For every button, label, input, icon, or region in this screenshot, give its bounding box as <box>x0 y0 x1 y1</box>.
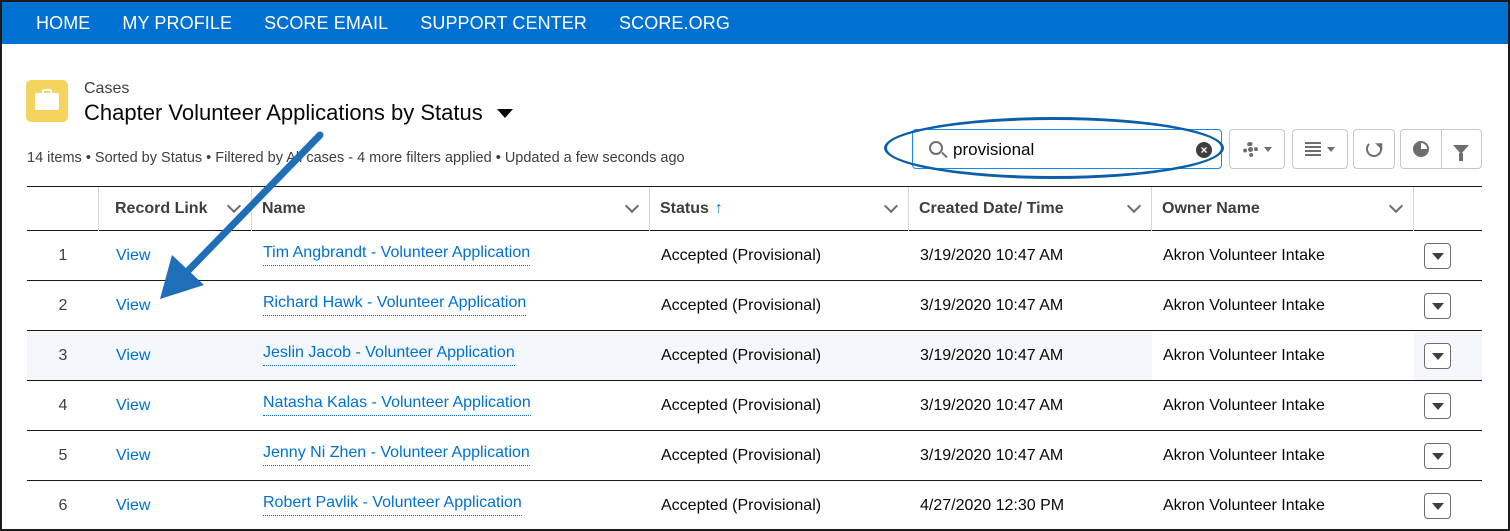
pie-chart-icon <box>1412 141 1429 157</box>
chevron-down-icon <box>1263 146 1272 152</box>
top-nav: HOME MY PROFILE SCORE EMAIL SUPPORT CENT… <box>2 2 1508 44</box>
chevron-down-icon[interactable] <box>1388 198 1404 214</box>
row-number: 6 <box>58 497 68 514</box>
column-header-record-link[interactable]: Record Link <box>105 187 252 231</box>
row-action-button[interactable] <box>1424 443 1451 469</box>
show-filters-button[interactable] <box>1440 130 1481 168</box>
created-date-cell: 3/19/2020 10:47 AM <box>920 247 1064 264</box>
status-cell: Accepted (Provisional) <box>661 297 822 314</box>
nav-score-org[interactable]: SCORE.ORG <box>619 13 730 34</box>
record-view-link[interactable]: View <box>116 247 150 265</box>
record-view-link[interactable]: View <box>116 397 150 415</box>
show-charts-button[interactable] <box>1401 130 1441 168</box>
owner-name-cell: Akron Volunteer Intake <box>1163 247 1325 264</box>
created-date-cell: 3/19/2020 10:47 AM <box>920 347 1064 364</box>
table-icon <box>1305 142 1321 156</box>
actions-header <box>1414 187 1482 231</box>
owner-name-cell: Akron Volunteer Intake <box>1163 297 1325 314</box>
status-cell: Accepted (Provisional) <box>661 347 822 364</box>
chart-filter-button-group <box>1400 129 1482 169</box>
table-row: 3 View Jeslin Jacob - Volunteer Applicat… <box>27 331 1482 381</box>
search-box: × <box>912 129 1222 169</box>
owner-name-cell: Akron Volunteer Intake <box>1163 347 1325 364</box>
record-view-link[interactable]: View <box>116 297 150 315</box>
case-name-link[interactable]: Natasha Kalas - Volunteer Application <box>263 394 531 416</box>
chevron-down-icon[interactable] <box>883 198 899 214</box>
search-input[interactable] <box>953 136 1193 164</box>
table-row: 6 View Robert Pavlik - Volunteer Applica… <box>27 481 1482 529</box>
created-date-cell: 3/19/2020 10:47 AM <box>920 447 1064 464</box>
row-number: 2 <box>58 297 68 314</box>
table-row: 4 View Natasha Kalas - Volunteer Applica… <box>27 381 1482 431</box>
refresh-button[interactable] <box>1353 129 1395 169</box>
status-cell: Accepted (Provisional) <box>661 397 822 414</box>
row-action-button[interactable] <box>1424 343 1451 369</box>
created-date-cell: 3/19/2020 10:47 AM <box>920 297 1064 314</box>
record-view-link[interactable]: View <box>116 497 150 515</box>
owner-name-cell: Akron Volunteer Intake <box>1163 397 1325 414</box>
record-view-link[interactable]: View <box>116 447 150 465</box>
clear-icon[interactable]: × <box>1196 142 1212 158</box>
row-number: 5 <box>58 447 68 464</box>
column-header-owner-name[interactable]: Owner Name <box>1152 187 1414 231</box>
status-cell: Accepted (Provisional) <box>661 497 822 514</box>
row-action-button[interactable] <box>1424 243 1451 269</box>
display-as-button[interactable] <box>1292 129 1348 169</box>
case-name-link[interactable]: Richard Hawk - Volunteer Application <box>263 294 527 316</box>
record-view-link[interactable]: View <box>116 347 150 365</box>
status-cell: Accepted (Provisional) <box>661 247 822 264</box>
object-label: Cases <box>84 80 130 97</box>
chevron-down-icon[interactable] <box>624 198 640 214</box>
owner-name-cell: Akron Volunteer Intake <box>1163 497 1325 514</box>
row-action-button[interactable] <box>1424 293 1451 319</box>
filter-icon <box>1453 144 1470 161</box>
created-date-cell: 4/27/2020 12:30 PM <box>920 497 1065 514</box>
column-header-created-date[interactable]: Created Date/ Time <box>909 187 1152 231</box>
nav-my-profile[interactable]: MY PROFILE <box>122 13 232 34</box>
nav-support-center[interactable]: SUPPORT CENTER <box>420 13 587 34</box>
case-name-link[interactable]: Tim Angbrandt - Volunteer Application <box>263 244 531 266</box>
case-name-link[interactable]: Jeslin Jacob - Volunteer Application <box>263 344 515 366</box>
nav-score-email[interactable]: SCORE EMAIL <box>264 13 388 34</box>
column-header-status[interactable]: Status ↑ <box>650 187 909 231</box>
list-meta-info: 14 items • Sorted by Status • Filtered b… <box>27 150 685 166</box>
table-row: 1 View Tim Angbrandt - Volunteer Applica… <box>27 231 1482 281</box>
sort-ascending-icon: ↑ <box>714 200 723 217</box>
table-row: 2 View Richard Hawk - Volunteer Applicat… <box>27 281 1482 331</box>
records-table: Record Link Name Status ↑ Created Date/ … <box>27 186 1482 519</box>
search-icon <box>929 141 943 155</box>
list-view-controls-button[interactable] <box>1229 129 1285 169</box>
row-number-header <box>27 187 99 231</box>
table-row: 5 View Jenny Ni Zhen - Volunteer Applica… <box>27 431 1482 481</box>
row-number: 4 <box>58 397 68 414</box>
briefcase-icon <box>26 80 68 122</box>
chevron-down-icon[interactable] <box>1126 198 1142 214</box>
case-name-link[interactable]: Jenny Ni Zhen - Volunteer Application <box>263 444 530 466</box>
gear-icon <box>1242 141 1258 157</box>
caret-down-icon[interactable] <box>496 108 513 118</box>
table-header: Record Link Name Status ↑ Created Date/ … <box>27 187 1482 231</box>
row-action-button[interactable] <box>1424 393 1451 419</box>
created-date-cell: 3/19/2020 10:47 AM <box>920 397 1064 414</box>
row-number: 3 <box>58 347 68 364</box>
nav-home[interactable]: HOME <box>36 13 90 34</box>
column-header-name[interactable]: Name <box>252 187 650 231</box>
list-view-title: Chapter Volunteer Applications by Status <box>84 100 483 125</box>
row-action-button[interactable] <box>1424 493 1451 519</box>
app-frame: HOME MY PROFILE SCORE EMAIL SUPPORT CENT… <box>0 0 1510 531</box>
row-number: 1 <box>58 247 68 264</box>
refresh-icon <box>1366 141 1382 157</box>
owner-name-cell: Akron Volunteer Intake <box>1163 447 1325 464</box>
status-cell: Accepted (Provisional) <box>661 447 822 464</box>
case-name-link[interactable]: Robert Pavlik - Volunteer Application <box>263 494 522 516</box>
chevron-down-icon[interactable] <box>226 198 242 214</box>
list-view-selector[interactable]: Chapter Volunteer Applications by Status <box>84 100 513 126</box>
chevron-down-icon <box>1327 146 1335 152</box>
